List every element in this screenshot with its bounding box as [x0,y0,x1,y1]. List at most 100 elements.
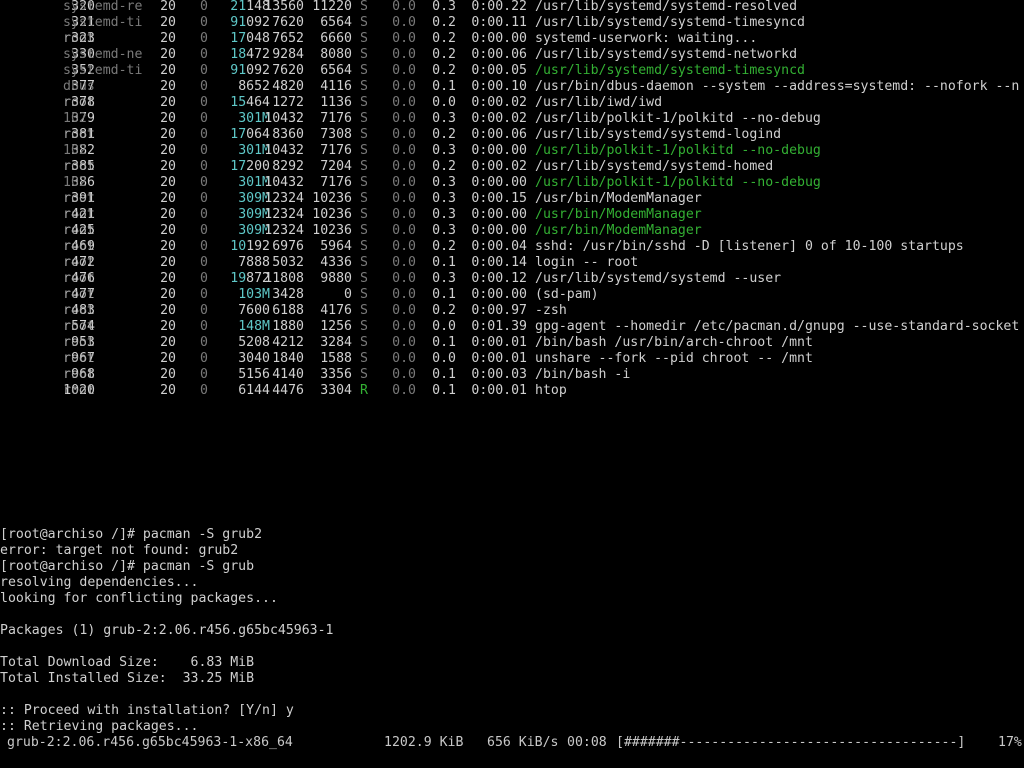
process-mem: 0.2 [432,239,456,254]
process-cpu: 0.0 [392,159,416,174]
process-shr: 4336 [320,255,352,270]
process-virt: 148M [238,319,270,334]
process-virt: 15464 [230,95,270,110]
process-mem: 0.3 [432,111,456,126]
process-shr: 7308 [320,127,352,142]
process-res: 8292 [272,159,304,174]
process-row[interactable]: 967 root 20 0 3040 1840 1588 S 0.0 0.0 0:00.01 unsh… [0,351,1024,367]
process-cpu: 0.0 [392,383,416,398]
process-state: S [360,303,368,318]
process-res: 7620 [272,15,304,30]
process-priority: 20 [160,127,176,142]
process-shr: 7176 [320,175,352,190]
process-nice: 0 [200,255,208,270]
process-virt: 18472 [230,47,270,62]
process-row[interactable]: 1020 root 20 0 6144 4476 3304 R 0.0 0.1 0:00.01 hto… [0,383,1024,399]
process-row[interactable]: 320 systemd-re 20 0 21148 13560 11220 S 0.0 0.3 0:… [0,0,1024,15]
process-priority: 20 [160,143,176,158]
process-mem: 0.3 [432,175,456,190]
process-nice: 0 [200,223,208,238]
process-nice: 0 [200,143,208,158]
process-user: root [63,223,95,238]
process-cpu: 0.0 [392,239,416,254]
terminal-console[interactable]: 320 systemd-re 20 0 21148 13560 11220 S 0.0 0.3 0:… [0,0,1024,768]
process-state: S [360,63,368,78]
process-state: S [360,223,368,238]
process-row[interactable]: 574 root 20 0 148M 1880 1256 S 0.0 0.0 0:01.39 gpg-… [0,319,1024,335]
process-state: S [360,111,368,126]
process-state: S [360,127,368,142]
process-row[interactable]: 381 root 20 0 17064 8360 7308 S 0.0 0.2 0:00.06/us… [0,127,1024,143]
process-nice: 0 [200,335,208,350]
process-mem: 0.2 [432,63,456,78]
process-state: S [360,95,368,110]
process-row[interactable]: 386 102 20 0 301M 10432 7176 S 0.0 0.3 0:00.00/usr… [0,175,1024,191]
process-row[interactable]: 330 systemd-ne 20 0 18472 9284 8080 S 0.0 0.2 0:00… [0,47,1024,63]
process-row[interactable]: 469 root 20 0 10192 6976 5964 S 0.0 0.2 0:00.04 ssh… [0,239,1024,255]
process-user: root [63,255,95,270]
process-state: S [360,79,368,94]
process-nice: 0 [200,383,208,398]
process-user: root [63,159,95,174]
process-row[interactable]: 425 root 20 0 309M 12324 10236 S 0.0 0.3 0:00.00/u… [0,223,1024,239]
process-virt: 91092 [230,63,270,78]
process-shr: 11220 [312,0,352,14]
process-res: 4140 [272,367,304,382]
process-command: /bin/bash /usr/bin/arch-chroot /mnt [535,335,813,350]
process-user: root [63,383,95,398]
process-virt: 6144 [238,383,270,398]
process-res: 8360 [272,127,304,142]
process-time: 0:00.22 [471,0,527,14]
process-time: 0:00.05 [471,63,527,78]
process-row[interactable]: 472 root 20 0 7888 5032 4336 S 0.0 0.1 0:00.14 logi… [0,255,1024,271]
process-command: /usr/lib/systemd/systemd-logind [535,127,782,142]
process-command: sshd: /usr/bin/sshd -D [listener] 0 of 1… [535,239,964,254]
process-virt: 3040 [238,351,270,366]
process-time: 0:00.00 [471,287,527,302]
process-row[interactable]: 968 root 20 0 5156 4140 3356 S 0.0 0.1 0:00.03/bin… [0,367,1024,383]
process-row[interactable]: 483 root 20 0 7600 6188 4176 S 0.0 0.2 0:00.97 -zsh [0,303,1024,319]
process-row[interactable]: 378 root 20 0 15464 1272 1136 S 0.0 0.0 0:00.02/us… [0,95,1024,111]
process-time: 0:00.00 [471,175,527,190]
process-mem: 0.3 [432,223,456,238]
process-row[interactable]: 323 root 20 0 17048 7652 6660 S 0.0 0.2 0:00.00 sys… [0,31,1024,47]
process-row[interactable]: 382 102 20 0 301M 10432 7176 S 0.0 0.3 0:00.00/usr… [0,143,1024,159]
process-shr: 7176 [320,143,352,158]
process-priority: 20 [160,319,176,334]
process-priority: 20 [160,175,176,190]
process-row[interactable]: 476 root 20 0 19872 11808 9880 S 0.0 0.3 0:00.12/u… [0,271,1024,287]
process-command: /usr/lib/polkit-1/polkitd --no-debug [535,175,821,190]
process-shr: 10236 [312,223,352,238]
process-virt: 7888 [238,255,270,270]
process-state: S [360,31,368,46]
process-command: /usr/lib/polkit-1/polkitd --no-debug [535,111,821,126]
process-user: root [63,127,95,142]
process-row[interactable]: 379 102 20 0 301M 10432 7176 S 0.0 0.3 0:00.02/usr… [0,111,1024,127]
process-cpu: 0.0 [392,31,416,46]
process-time: 0:00.00 [471,31,527,46]
process-priority: 20 [160,15,176,30]
process-row[interactable]: 321 systemd-ti 20 0 91092 7620 6564 S 0.0 0.2 0:00… [0,15,1024,31]
process-shr: 1256 [320,319,352,334]
process-row[interactable]: 377 dbus 20 0 8652 4820 4116 S 0.0 0.1 0:00.10/usr… [0,79,1024,95]
process-res: 4476 [272,383,304,398]
process-row[interactable]: 385 root 20 0 17200 8292 7204 S 0.0 0.2 0:00.02/us… [0,159,1024,175]
process-shr: 6564 [320,15,352,30]
process-virt: 17048 [230,31,270,46]
process-res: 10432 [264,111,304,126]
process-state: R [360,383,368,398]
process-row[interactable]: 421 root 20 0 309M 12324 10236 S 0.0 0.3 0:00.00/u… [0,207,1024,223]
process-command: /bin/bash -i [535,367,631,382]
process-row[interactable]: 391 root 20 0 309M 12324 10236 S 0.0 0.3 0:00.15/u… [0,191,1024,207]
process-row[interactable]: 953 root 20 0 5208 4212 3284 S 0.0 0.1 0:00.01/bin… [0,335,1024,351]
process-nice: 0 [200,31,208,46]
process-virt: 5208 [238,335,270,350]
process-res: 12324 [264,191,304,206]
process-command: /usr/bin/ModemManager [535,207,702,222]
process-time: 0:00.03 [471,367,527,382]
process-row[interactable]: 352 systemd-ti 20 0 91092 7620 6564 S 0.0 0.2 0:00… [0,63,1024,79]
process-row[interactable]: 477 root 20 0 103M 3428 0 S 0.0 0.1 0:00.00 (sd-pam… [0,287,1024,303]
process-user: root [63,351,95,366]
process-time: 0:00.00 [471,207,527,222]
process-virt: 103M [238,287,270,302]
